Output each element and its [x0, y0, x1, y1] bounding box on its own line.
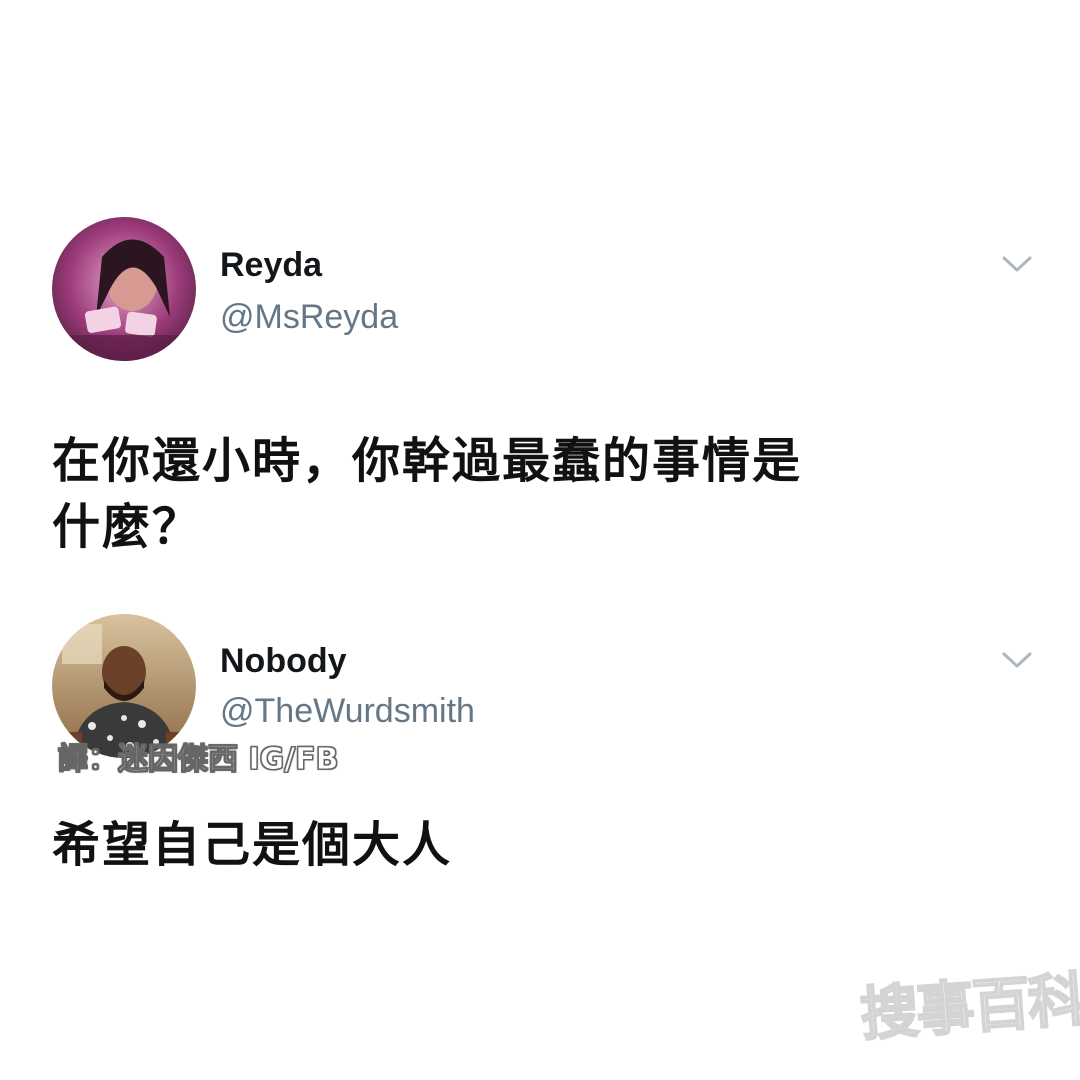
chevron-down-icon[interactable]	[1000, 252, 1034, 276]
handle[interactable]: @TheWurdsmith	[220, 692, 475, 731]
avatar-reyda-image	[52, 217, 196, 361]
tweet-text-line: 什麼？	[52, 499, 203, 555]
handle[interactable]: @MsReyda	[220, 298, 398, 337]
tweet-text: 希望自己是個大人	[52, 812, 1042, 878]
chevron-down-icon[interactable]	[1000, 648, 1034, 672]
watermark-logo: 搜事百科	[857, 964, 1080, 1049]
display-name[interactable]: Reyda	[220, 246, 322, 285]
display-name[interactable]: Nobody	[220, 642, 347, 681]
tweet-text: 在你還小時，你幹過最蠢的事情是 什麼？	[52, 428, 1042, 560]
tweet-text-line: 在你還小時，你幹過最蠢的事情是	[52, 433, 803, 489]
avatar-reyda[interactable]	[52, 217, 196, 361]
tweet-text-line: 希望自己是個大人	[52, 817, 453, 873]
translator-credit: 譯：迷因傑西 IG/FB	[58, 742, 340, 778]
